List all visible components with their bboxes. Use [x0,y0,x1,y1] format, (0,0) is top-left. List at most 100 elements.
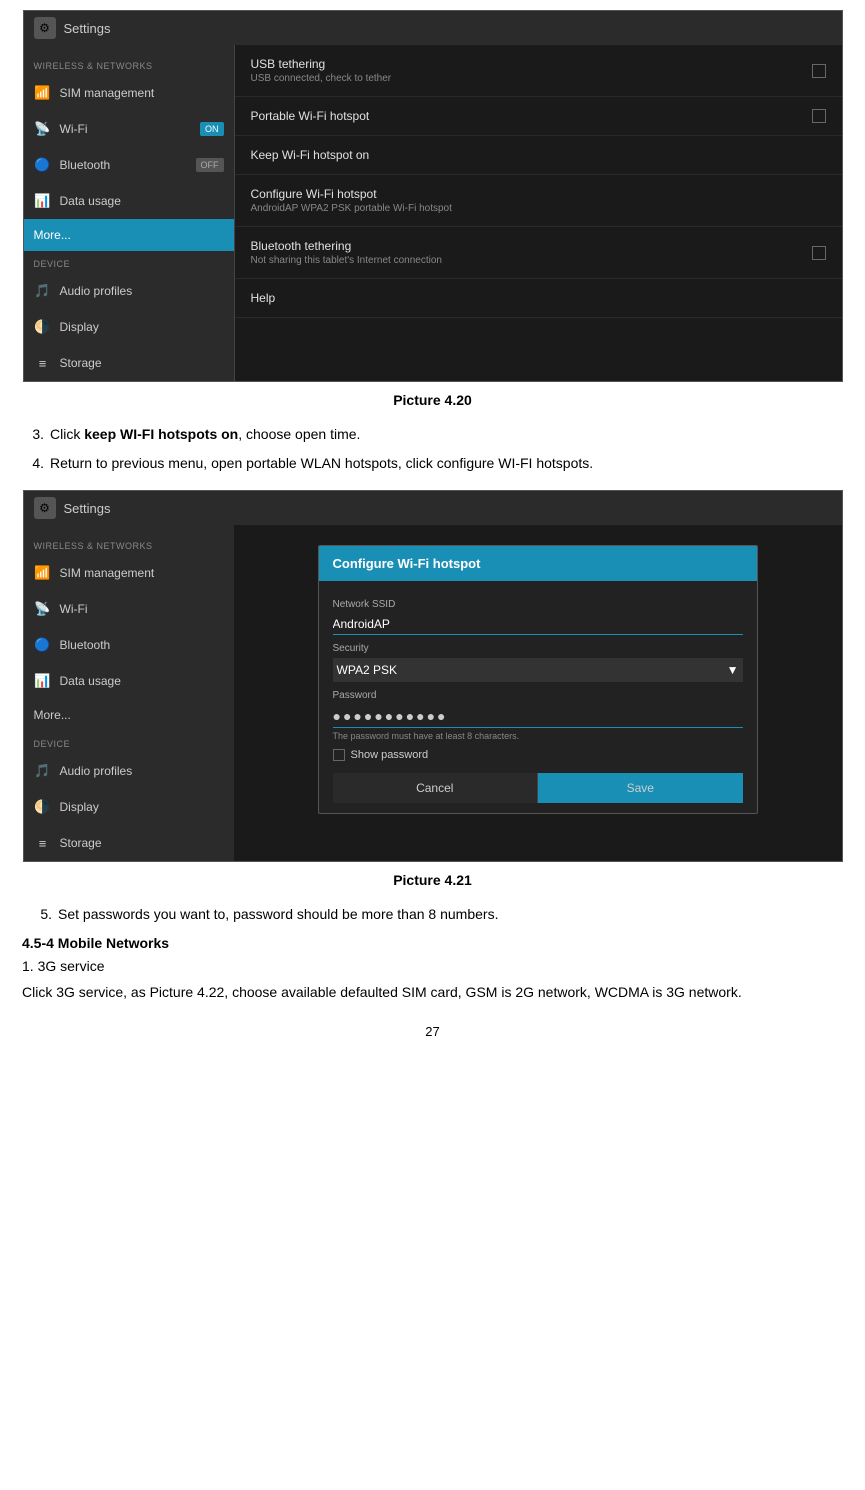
sidebar-item-sim[interactable]: 📶 SIM management [24,75,234,111]
topbar-1: ⚙ Settings [24,11,842,45]
sidebar-item-display[interactable]: 🌗 Display [24,309,234,345]
instruction-5: 5. Set passwords you want to, password s… [22,904,843,925]
main-item-bt-tether[interactable]: Bluetooth tethering Not sharing this tab… [235,227,842,279]
section-label-device-2: DEVICE [24,731,234,753]
show-password-label: Show password [351,749,429,761]
security-label: Security [333,643,743,654]
dropdown-arrow: ▼ [727,663,739,677]
sidebar-item-bt-2[interactable]: 🔵 Bluetooth [24,627,234,663]
main-item-help[interactable]: Help [235,279,842,318]
page-number: 27 [22,1024,843,1039]
item1-label: 1. 3G service [22,955,843,977]
section-label-networks-2: WIRELESS & NETWORKS [24,533,234,555]
sidebar-item-audio[interactable]: 🎵 Audio profiles [24,273,234,309]
main-item-usb[interactable]: USB tethering USB connected, check to te… [235,45,842,97]
storage-label: Storage [60,356,102,370]
usb-sub: USB connected, check to tether [251,73,812,84]
sidebar-item-audio-2[interactable]: 🎵 Audio profiles [24,753,234,789]
sidebar-item-sim-2[interactable]: 📶 SIM management [24,555,234,591]
security-select[interactable]: WPA2 PSK ▼ [333,658,743,682]
body-text: Click 3G service, as Picture 4.22, choos… [22,981,843,1003]
audio-label-2: Audio profiles [60,764,133,778]
bt-tether-checkbox[interactable] [812,246,826,260]
display-label: Display [60,320,99,334]
screenshot-1: ⚙ Settings WIRELESS & NETWORKS 📶 SIM man… [23,10,843,382]
usb-checkbox[interactable] [812,64,826,78]
instruction-5-text: Set passwords you want to, password shou… [58,904,843,925]
topbar-title-1: Settings [64,21,111,36]
data-icon: 📊 [34,192,52,210]
section-label-device-1: DEVICE [24,251,234,273]
ssid-label: Network SSID [333,599,743,610]
data-icon-2: 📊 [34,672,52,690]
sidebar-item-data-usage[interactable]: 📊 Data usage [24,183,234,219]
show-password-checkbox[interactable] [333,749,345,761]
wifi-label-2: Wi-Fi [60,602,88,616]
bold-keep-wifi: keep WI-FI hotspots on [84,426,238,442]
sidebar-2: WIRELESS & NETWORKS 📶 SIM management 📡 W… [24,525,234,861]
instruction-4-num: 4. [22,453,44,474]
dialog-title: Configure Wi-Fi hotspot [319,546,757,581]
instruction-4: 4. Return to previous menu, open portabl… [22,453,843,474]
save-button[interactable]: Save [538,773,743,803]
bluetooth-icon: 🔵 [34,156,52,174]
wifi-label: Wi-Fi [60,122,88,136]
password-field[interactable]: ●●●●●●●●●●● [333,705,743,728]
more-label-2: More... [34,708,71,722]
storage-icon-2: ≡ [34,834,52,852]
main-panel-1: USB tethering USB connected, check to te… [234,45,842,381]
bt-label-2: Bluetooth [60,638,111,652]
instruction-4-text: Return to previous menu, open portable W… [50,453,843,474]
wifi-hotspot-checkbox[interactable] [812,109,826,123]
audio-icon: 🎵 [34,282,52,300]
sim-icon-2: 📶 [34,564,52,582]
sidebar-item-display-2[interactable]: 🌗 Display [24,789,234,825]
sim-label-2: SIM management [60,566,155,580]
configure-wifi-dialog: Configure Wi-Fi hotspot Network SSID Sec… [318,545,758,814]
wifi-toggle[interactable]: ON [200,122,224,136]
caption-2: Picture 4.21 [22,872,843,888]
caption-1: Picture 4.20 [22,392,843,408]
keep-wifi-title: Keep Wi-Fi hotspot on [251,148,826,162]
main-item-keep-wifi[interactable]: Keep Wi-Fi hotspot on [235,136,842,175]
instruction-5-num: 5. [22,904,52,925]
cancel-button[interactable]: Cancel [333,773,539,803]
wifi-icon-2: 📡 [34,600,52,618]
main-item-configure-wifi[interactable]: Configure Wi-Fi hotspot AndroidAP WPA2 P… [235,175,842,227]
dialog-body: Network SSID Security WPA2 PSK ▼ Passwor… [319,581,757,813]
bt-icon-2: 🔵 [34,636,52,654]
more-label: More... [34,228,71,242]
sidebar-item-wifi-2[interactable]: 📡 Wi-Fi [24,591,234,627]
sidebar-item-data-2[interactable]: 📊 Data usage [24,663,234,699]
bt-tether-title: Bluetooth tethering [251,239,812,253]
sidebar-item-bluetooth[interactable]: 🔵 Bluetooth OFF [24,147,234,183]
data-label-2: Data usage [60,674,121,688]
password-label: Password [333,690,743,701]
usb-title: USB tethering [251,57,812,71]
sidebar-item-storage-2[interactable]: ≡ Storage [24,825,234,861]
sidebar-item-wifi[interactable]: 📡 Wi-Fi ON [24,111,234,147]
screenshot-2: ⚙ Settings WIRELESS & NETWORKS 📶 SIM man… [23,490,843,862]
settings-icon: ⚙ [34,17,56,39]
bluetooth-toggle[interactable]: OFF [196,158,224,172]
sim-label: SIM management [60,86,155,100]
password-hint: The password must have at least 8 charac… [333,731,743,741]
display-icon: 🌗 [34,318,52,336]
storage-label-2: Storage [60,836,102,850]
dialog-buttons: Cancel Save [333,773,743,803]
sim-icon: 📶 [34,84,52,102]
configure-wifi-title: Configure Wi-Fi hotspot [251,187,826,201]
storage-icon: ≡ [34,354,52,372]
wifi-icon: 📡 [34,120,52,138]
sidebar-item-more-2[interactable]: More... [24,699,234,731]
sidebar-item-storage[interactable]: ≡ Storage [24,345,234,381]
section-label-networks-1: WIRELESS & NETWORKS [24,53,234,75]
bluetooth-label: Bluetooth [60,158,111,172]
display-label-2: Display [60,800,99,814]
ssid-input[interactable] [333,614,743,635]
section-title: 4.5-4 Mobile Networks [22,935,843,951]
sidebar-item-more[interactable]: More... [24,219,234,251]
instruction-3-num: 3. [22,424,44,445]
main-item-wifi-hotspot[interactable]: Portable Wi-Fi hotspot [235,97,842,136]
display-icon-2: 🌗 [34,798,52,816]
